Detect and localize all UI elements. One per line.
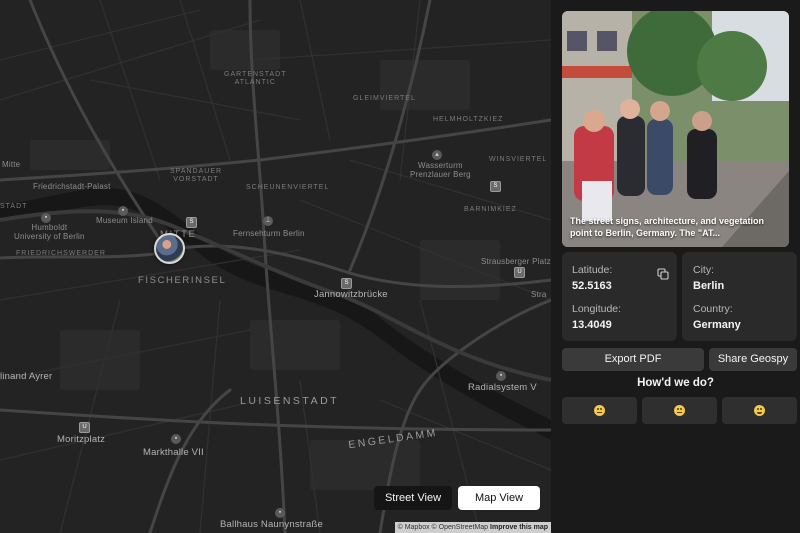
happy-face-icon xyxy=(754,405,765,416)
feedback-question: How'd we do? xyxy=(637,377,714,389)
map-label-strausberger: Strausberger Platz xyxy=(481,257,551,266)
photo-location-marker[interactable] xyxy=(154,233,185,264)
city-value: Berlin xyxy=(693,280,725,292)
tv-tower-icon: ⊥ xyxy=(263,216,273,226)
map-label-museum-island: Museum Island xyxy=(96,216,153,225)
map-label-wasserturm: Wasserturm Prenzlauer Berg xyxy=(410,161,471,180)
map-label-helmholtzkiez: HELMHOLTZKIEZ xyxy=(433,116,504,123)
street-view-button[interactable]: Street View xyxy=(374,486,452,510)
map-label-barnimkiez: BARNIMKIEZ xyxy=(464,206,517,213)
map-label-ballhaus: Ballhaus Naunynstraße xyxy=(220,519,323,530)
tower-icon: ▴ xyxy=(432,150,442,160)
country-label: Country: xyxy=(693,303,733,315)
map-label-spandauer: SPANDAUER VORSTADT xyxy=(170,168,223,184)
map-label-radialsystem: Radialsystem V xyxy=(468,382,537,393)
view-toggle: Street View Map View xyxy=(374,486,540,510)
map-view-button[interactable]: Map View xyxy=(458,486,540,510)
map-label-gleimviertel: GLEIMVIERTEL xyxy=(353,95,416,102)
country-value: Germany xyxy=(693,319,741,331)
latitude-label: Latitude: xyxy=(572,264,613,276)
export-pdf-button[interactable]: Export PDF xyxy=(562,348,704,371)
map-attribution: © Mapbox © OpenStreetMap Improve this ma… xyxy=(394,522,551,533)
map-label-stadt: STADT xyxy=(0,203,28,210)
share-geospy-button[interactable]: Share Geospy xyxy=(709,348,797,371)
rating-happy-button[interactable] xyxy=(722,397,797,424)
map-label-jannowitzbrucke: Jannowitzbrücke xyxy=(314,289,388,300)
uploaded-photo: The street signs, architecture, and vege… xyxy=(562,11,789,247)
rating-sad-button[interactable] xyxy=(562,397,637,424)
neutral-face-icon xyxy=(674,405,685,416)
station-icon: U xyxy=(514,267,525,278)
station-icon: S xyxy=(186,217,197,228)
city-label: City: xyxy=(693,264,714,276)
photo-caption: The street signs, architecture, and vege… xyxy=(570,216,765,238)
map-label-humboldt: Humboldt University of Berlin xyxy=(14,223,85,242)
map-label-moritzplatz: Moritzplatz xyxy=(57,434,106,445)
photo-scene xyxy=(562,11,789,247)
map-label-luisenstadt: LUISENSTADT xyxy=(240,395,340,407)
map-label-linand: linand Ayrer xyxy=(0,371,53,382)
longitude-label: Longitude: xyxy=(572,303,622,315)
improve-map-link[interactable]: Improve this map xyxy=(490,524,548,531)
map-label-friedrichswerder: FRIEDRICHSWERDER xyxy=(16,250,106,257)
longitude-value: 13.4049 xyxy=(572,319,612,331)
map-label-stra-cut: Stra xyxy=(531,290,547,299)
map-canvas[interactable]: GARTENSTADT ATLANTIC GLEIMVIERTEL HELMHO… xyxy=(0,0,551,533)
university-icon: ▪ xyxy=(41,213,51,223)
sad-face-icon xyxy=(594,405,605,416)
map-label-winsviertel: WINSVIERTEL xyxy=(489,156,548,163)
attribution-text[interactable]: © Mapbox © OpenStreetMap xyxy=(398,524,488,531)
station-icon: S xyxy=(341,278,352,289)
station-icon: S xyxy=(490,181,501,192)
map-label-scheunenviertel: SCHEUNENVIERTEL xyxy=(246,184,330,191)
map-label-mitte-small: Mitte xyxy=(2,160,21,169)
museum-icon: ▪ xyxy=(118,206,128,216)
latitude-value: 52.5163 xyxy=(572,280,612,292)
map-label-gartenstadt: GARTENSTADT ATLANTIC xyxy=(224,71,287,87)
venue-icon: ▪ xyxy=(496,371,506,381)
map-label-fernsehturm: Fernsehturm Berlin xyxy=(233,229,305,238)
place-card: City: Berlin Country: Germany xyxy=(682,252,797,341)
coordinates-card: Latitude: 52.5163 Longitude: 13.4049 xyxy=(562,252,677,341)
market-icon: ▪ xyxy=(171,434,181,444)
map-label-fischerinsel: FISCHERINSEL xyxy=(138,275,227,286)
result-panel: The street signs, architecture, and vege… xyxy=(551,0,800,533)
rating-neutral-button[interactable] xyxy=(642,397,717,424)
map-label-friedrichstadt-palast: Friedrichstadt-Palast xyxy=(33,182,111,191)
station-icon: U xyxy=(79,422,90,433)
theater-icon: ▪ xyxy=(275,508,285,518)
copy-icon[interactable] xyxy=(657,268,669,280)
map-label-markthalle: Markthalle VII xyxy=(143,447,204,458)
